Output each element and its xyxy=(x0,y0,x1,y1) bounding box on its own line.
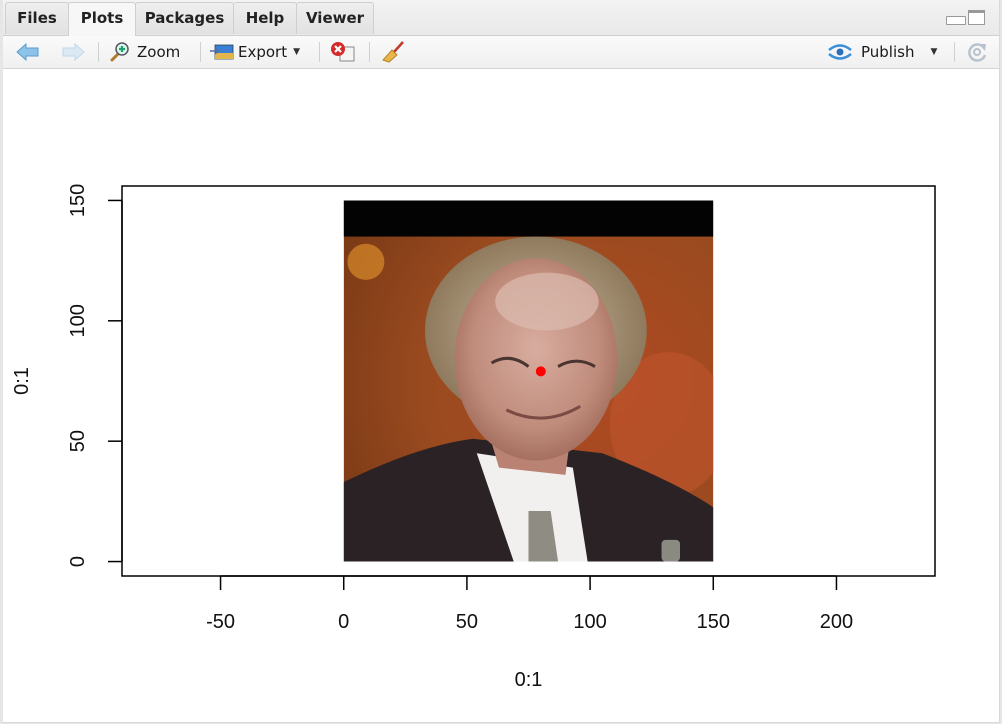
data-point xyxy=(535,366,546,377)
x-tick-label: 50 xyxy=(456,611,478,633)
microphone xyxy=(661,539,681,562)
x-tick-label: 200 xyxy=(820,611,853,633)
plots-pane: Files Plots Packages Help Viewer Zoom Ex… xyxy=(3,0,1000,723)
plot-raster-image xyxy=(343,200,714,562)
y-axis: 0 50 100 150 xyxy=(67,184,123,567)
forehead xyxy=(495,272,599,331)
y-axis-label: 0:1 xyxy=(11,367,33,395)
points-layer xyxy=(535,366,546,377)
x-axis: -50 0 50 100 150 200 xyxy=(206,575,853,633)
plot-canvas: -50 0 50 100 150 200 0 50 100 150 0:1 0:1 xyxy=(11,184,936,691)
y-tick-label: 100 xyxy=(67,304,89,337)
y-tick-label: 0 xyxy=(67,556,89,567)
background-light xyxy=(347,243,385,280)
x-tick-label: -50 xyxy=(206,611,235,633)
x-axis-label: 0:1 xyxy=(515,669,543,691)
y-tick-label: 50 xyxy=(67,430,89,452)
x-tick-label: 100 xyxy=(573,611,606,633)
x-tick-label: 150 xyxy=(697,611,730,633)
y-tick-label: 150 xyxy=(67,184,89,217)
image-top-black-band xyxy=(343,200,714,237)
tab-plots[interactable]: Plots xyxy=(68,2,136,36)
x-tick-label: 0 xyxy=(338,611,349,633)
